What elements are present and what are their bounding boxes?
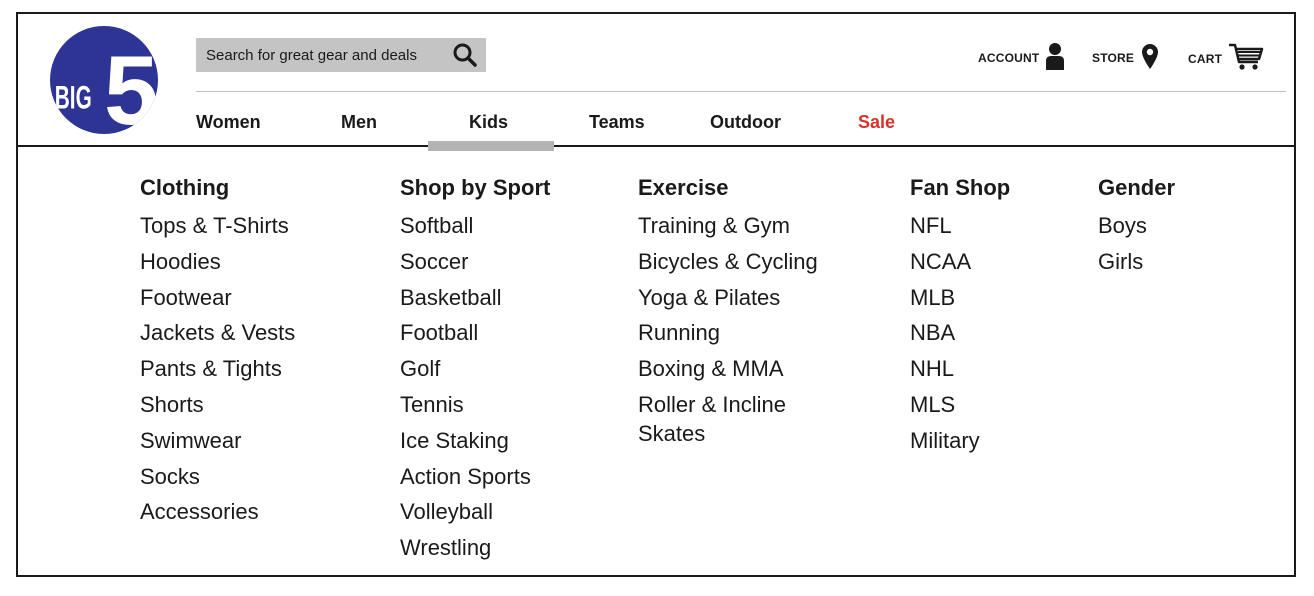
menu-link[interactable]: Action Sports: [400, 462, 550, 491]
menu-link[interactable]: Swimwear: [140, 426, 295, 455]
menu-column-fan-shop: Fan Shop NFL NCAA MLB NBA NHL MLS Milita…: [910, 175, 1010, 462]
cart-label: CART: [1188, 51, 1223, 66]
search-icon[interactable]: [452, 42, 478, 68]
menu-link[interactable]: Military: [910, 426, 1010, 455]
menu-link[interactable]: Basketball: [400, 283, 550, 312]
mega-menu: Clothing Tops & T-Shirts Hoodies Footwea…: [18, 147, 1294, 575]
location-pin-icon: [1140, 42, 1160, 73]
logo-text-big: BIG: [55, 79, 92, 116]
menu-link[interactable]: NBA: [910, 318, 1010, 347]
menu-link[interactable]: Roller & Incline Skates: [638, 390, 858, 448]
menu-link[interactable]: NFL: [910, 211, 1010, 240]
menu-link[interactable]: Running: [638, 318, 858, 347]
nav-men[interactable]: Men: [341, 112, 377, 133]
store-label: STORE: [1092, 50, 1135, 65]
nav-women[interactable]: Women: [196, 112, 261, 133]
cart-link[interactable]: CART: [1188, 42, 1264, 75]
person-icon: [1045, 42, 1065, 73]
menu-link[interactable]: Wrestling: [400, 533, 550, 562]
menu-link[interactable]: Golf: [400, 354, 550, 383]
menu-column-clothing: Clothing Tops & T-Shirts Hoodies Footwea…: [140, 175, 295, 533]
menu-column-shop-by-sport: Shop by Sport Softball Soccer Basketball…: [400, 175, 550, 569]
menu-link[interactable]: Hoodies: [140, 247, 295, 276]
menu-link[interactable]: Accessories: [140, 497, 295, 526]
menu-link[interactable]: Bicycles & Cycling: [638, 247, 858, 276]
column-heading: Fan Shop: [910, 175, 1011, 200]
menu-link[interactable]: NCAA: [910, 247, 1010, 276]
site-header: BIG 5 ACCOUNT STORE: [18, 14, 1294, 151]
menu-link[interactable]: NHL: [910, 354, 1010, 383]
menu-column-gender: Gender Boys Girls: [1098, 175, 1175, 283]
menu-link[interactable]: Boys: [1098, 211, 1175, 240]
menu-link[interactable]: Volleyball: [400, 497, 550, 526]
store-link[interactable]: STORE: [1092, 42, 1160, 73]
menu-link[interactable]: Training & Gym: [638, 211, 858, 240]
menu-link[interactable]: Footwear: [140, 283, 295, 312]
menu-link[interactable]: Boxing & MMA: [638, 354, 858, 383]
menu-link[interactable]: Tennis: [400, 390, 550, 419]
account-link[interactable]: ACCOUNT: [978, 42, 1065, 73]
menu-link[interactable]: Yoga & Pilates: [638, 283, 858, 312]
menu-link[interactable]: Socks: [140, 462, 295, 491]
account-label: ACCOUNT: [978, 50, 1040, 65]
search-input[interactable]: [196, 38, 456, 72]
menu-link[interactable]: Softball: [400, 211, 550, 240]
shopping-cart-icon: [1228, 42, 1264, 75]
menu-link[interactable]: Shorts: [140, 390, 295, 419]
column-heading: Exercise: [638, 175, 729, 200]
nav-outdoor[interactable]: Outdoor: [710, 112, 781, 133]
column-heading: Clothing: [140, 175, 230, 200]
menu-link[interactable]: MLS: [910, 390, 1010, 419]
menu-link[interactable]: Football: [400, 318, 550, 347]
menu-link[interactable]: Ice Staking: [400, 426, 550, 455]
search-bar: [196, 38, 486, 72]
column-heading: Shop by Sport: [400, 175, 551, 200]
menu-link[interactable]: Jackets & Vests: [140, 318, 295, 347]
menu-link[interactable]: MLB: [910, 283, 1010, 312]
menu-link[interactable]: Girls: [1098, 247, 1175, 276]
menu-link[interactable]: Soccer: [400, 247, 550, 276]
nav-sale[interactable]: Sale: [858, 112, 895, 133]
nav-teams[interactable]: Teams: [589, 112, 645, 133]
column-heading: Gender: [1098, 175, 1176, 200]
page-frame: BIG 5 ACCOUNT STORE: [16, 12, 1296, 577]
menu-column-exercise: Exercise Training & Gym Bicycles & Cycli…: [638, 175, 858, 455]
header-divider: [196, 91, 1286, 92]
nav-kids[interactable]: Kids: [469, 112, 508, 133]
menu-link[interactable]: Pants & Tights: [140, 354, 295, 383]
main-nav: Women Men Kids Teams Outdoor Sale: [18, 112, 1294, 142]
menu-link[interactable]: Tops & T-Shirts: [140, 211, 295, 240]
